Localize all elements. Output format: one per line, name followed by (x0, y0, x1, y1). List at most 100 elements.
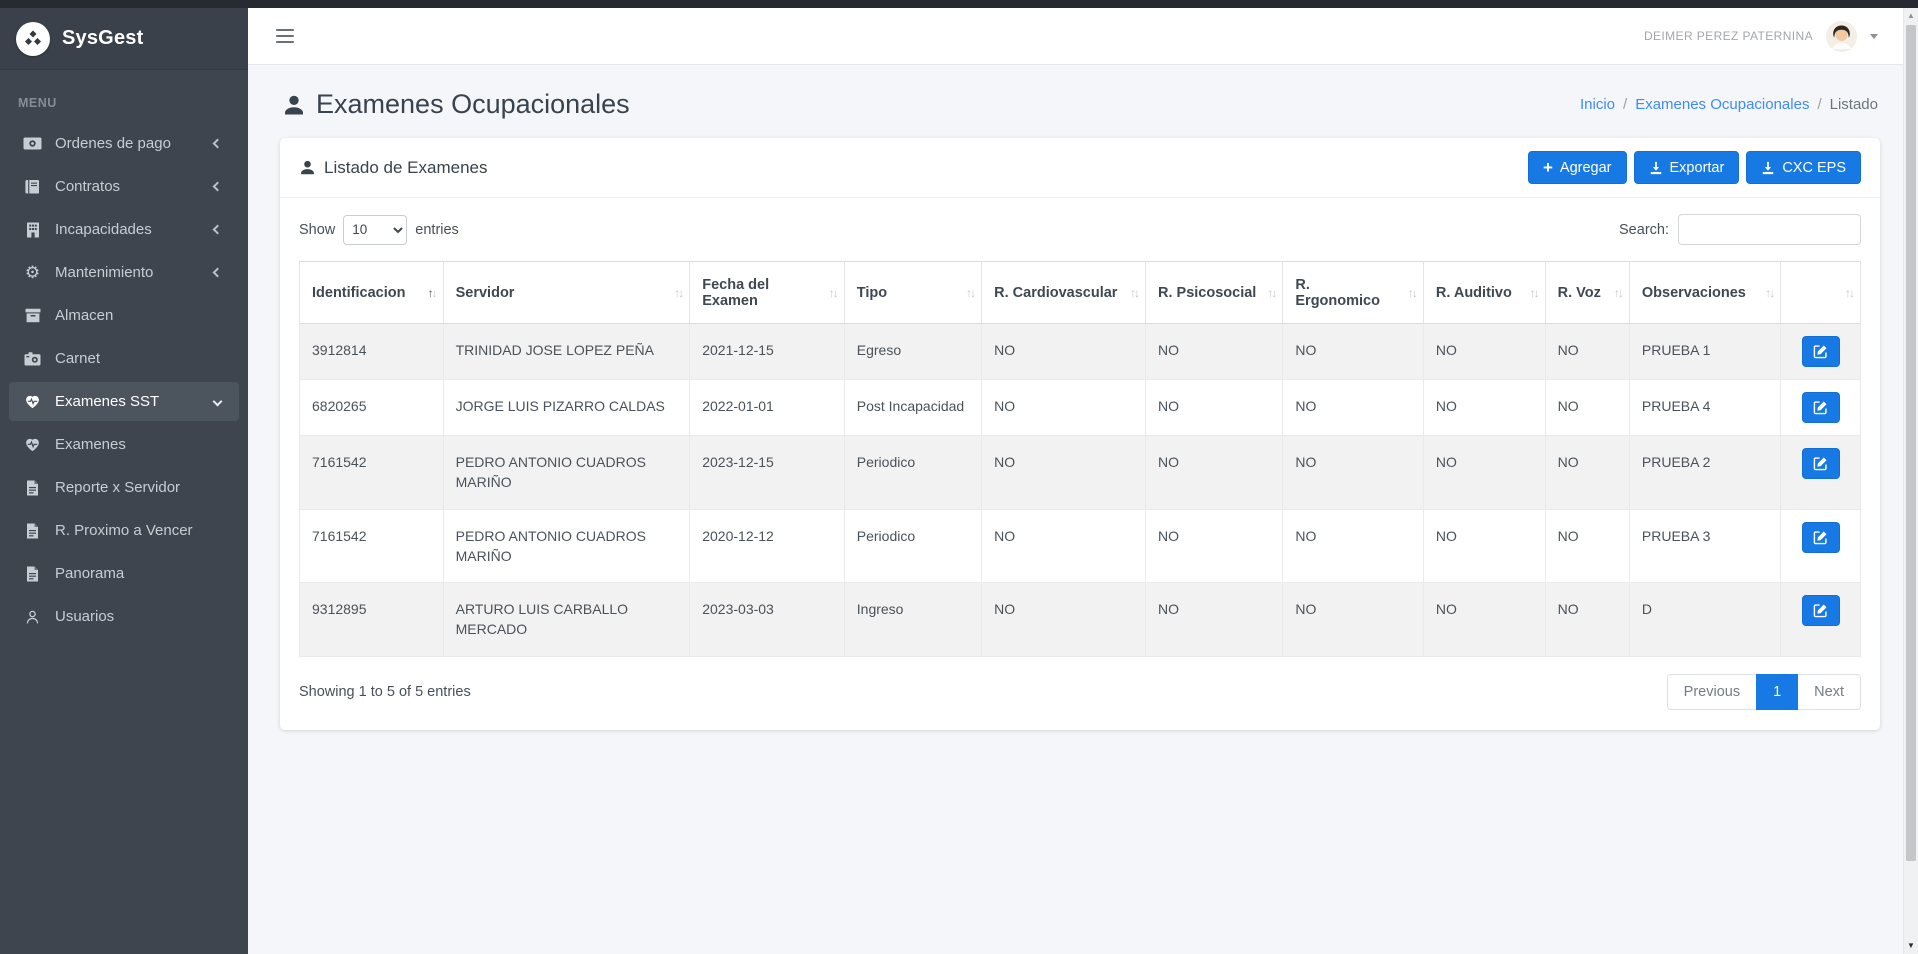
edit-row-button[interactable] (1802, 392, 1840, 423)
plus-icon: + (1543, 159, 1553, 176)
column-header-r-cardiovascular[interactable]: R. Cardiovascular↑↓ (982, 262, 1146, 324)
card-title: Listado de Examenes (299, 158, 488, 178)
user-menu[interactable]: DEIMER PEREZ PATERNINA (1644, 21, 1892, 52)
sidebar-item-carnet[interactable]: Carnet (9, 339, 239, 378)
cell-r-auditivo: NO (1423, 436, 1545, 510)
cell-tipo: Post Incapacidad (844, 380, 981, 436)
sidebar-item-mantenimiento[interactable]: ⚙ Mantenimiento (9, 253, 239, 292)
cell-r-psicosocial: NO (1146, 380, 1283, 436)
sort-icon: ↑↓ (1845, 286, 1853, 300)
pencil-square-icon (1813, 400, 1828, 415)
sidebar-item-label: Incapacidades (55, 221, 152, 238)
vertical-scrollbar: ▲ ▼ (1903, 8, 1918, 954)
breadcrumb: Inicio / Examenes Ocupacionales / Listad… (1580, 96, 1878, 113)
cell-r-cardiovascular: NO (982, 583, 1146, 657)
search-input[interactable] (1678, 214, 1861, 245)
edit-row-button[interactable] (1802, 595, 1840, 626)
entries-info: Showing 1 to 5 of 5 entries (299, 684, 471, 700)
cxc-eps-button[interactable]: CXC EPS (1746, 151, 1861, 184)
cell-r-auditivo: NO (1423, 380, 1545, 436)
sidebar-item-almacen[interactable]: Almacen (9, 296, 239, 335)
sidebar-item-examenes[interactable]: Examenes (9, 425, 239, 464)
sidebar-item-usuarios[interactable]: Usuarios (9, 597, 239, 636)
top-navbar: DEIMER PEREZ PATERNINA (248, 8, 1918, 65)
user-avatar (1826, 21, 1857, 52)
breadcrumb-link-inicio[interactable]: Inicio (1580, 96, 1615, 113)
column-header-r-voz[interactable]: R. Voz↑↓ (1545, 262, 1629, 324)
entries-label: entries (415, 222, 459, 238)
sidebar-item-label: Almacen (55, 307, 113, 324)
column-header-identificacion[interactable]: Identificacion↑↓ (300, 262, 444, 324)
cell-r-ergonomico: NO (1283, 583, 1423, 657)
cell-r-ergonomico: NO (1283, 436, 1423, 510)
column-header-r-psicosocial[interactable]: R. Psicosocial↑↓ (1146, 262, 1283, 324)
sidebar-item-reporte-x-servidor[interactable]: Reporte x Servidor (9, 468, 239, 507)
cell-r-ergonomico: NO (1283, 380, 1423, 436)
sidebar-item-examenes-sst[interactable]: Examenes SST (9, 382, 239, 421)
sidebar-item-r-proximo-a-vencer[interactable]: R. Proximo a Vencer (9, 511, 239, 550)
exportar-button[interactable]: Exportar (1634, 151, 1740, 184)
cell-servidor: JORGE LUIS PIZARRO CALDAS (443, 380, 690, 436)
sidebar-item-label: Ordenes de pago (55, 135, 171, 152)
cell-r-cardiovascular: NO (982, 324, 1146, 380)
cell-observaciones: PRUEBA 1 (1629, 324, 1780, 380)
pagination: Previous 1 Next (1667, 674, 1861, 710)
scrollbar-thumb[interactable] (1906, 25, 1916, 861)
cell-tipo: Ingreso (844, 583, 981, 657)
edit-row-button[interactable] (1802, 522, 1840, 553)
sidebar-item-ordenes-de-pago[interactable]: Ordenes de pago (9, 124, 239, 163)
examenes-table: Identificacion↑↓ Servidor↑↓ Fecha del Ex… (299, 261, 1861, 657)
cell-identificacion: 3912814 (300, 324, 444, 380)
agregar-button[interactable]: + Agregar (1528, 151, 1627, 184)
sidebar-item-label: Contratos (55, 178, 120, 195)
pagination-next-button[interactable]: Next (1797, 674, 1861, 710)
file-icon (23, 565, 42, 582)
sidebar: SysGest MENU Ordenes de pago Contratos I… (0, 8, 248, 954)
table-row: 9312895 ARTURO LUIS CARBALLO MERCADO 202… (300, 583, 1861, 657)
listado-card: Listado de Examenes + Agregar Exportar (280, 138, 1880, 730)
sidebar-item-panorama[interactable]: Panorama (9, 554, 239, 593)
sidebar-toggle-button[interactable] (272, 23, 298, 50)
brand-link[interactable]: SysGest (0, 8, 248, 70)
scrollbar-up-arrow-icon[interactable]: ▲ (1904, 9, 1918, 23)
cell-observaciones: PRUEBA 4 (1629, 380, 1780, 436)
page-length-select[interactable]: 10 (343, 215, 407, 245)
cell-r-psicosocial: NO (1146, 583, 1283, 657)
download-icon (1649, 161, 1663, 175)
scrollbar-down-arrow-icon[interactable]: ▼ (1904, 939, 1918, 953)
pencil-square-icon (1813, 456, 1828, 471)
cell-fecha: 2023-12-15 (690, 436, 845, 510)
cxc-eps-button-label: CXC EPS (1782, 160, 1846, 176)
pagination-page-1-button[interactable]: 1 (1756, 674, 1798, 710)
column-header-servidor[interactable]: Servidor↑↓ (443, 262, 690, 324)
sidebar-item-label: Panorama (55, 565, 124, 582)
column-header-tipo[interactable]: Tipo↑↓ (844, 262, 981, 324)
book-icon (23, 178, 42, 195)
cell-r-voz: NO (1545, 583, 1629, 657)
sidebar-item-label: Examenes SST (55, 393, 159, 410)
person-icon (282, 93, 306, 117)
column-header-r-auditivo[interactable]: R. Auditivo↑↓ (1423, 262, 1545, 324)
cell-r-cardiovascular: NO (982, 436, 1146, 510)
cell-r-psicosocial: NO (1146, 324, 1283, 380)
edit-row-button[interactable] (1802, 336, 1840, 367)
sidebar-item-label: Usuarios (55, 608, 114, 625)
sidebar-item-incapacidades[interactable]: Incapacidades (9, 210, 239, 249)
pagination-previous-button[interactable]: Previous (1667, 674, 1757, 710)
column-header-fecha-del-examen[interactable]: Fecha del Examen↑↓ (690, 262, 845, 324)
breadcrumb-current: Listado (1830, 96, 1878, 113)
breadcrumb-link-examenes-ocupacionales[interactable]: Examenes Ocupacionales (1635, 96, 1809, 113)
sort-icon: ↑↓ (1130, 286, 1138, 300)
table-row: 3912814 TRINIDAD JOSE LOPEZ PEÑA 2021-12… (300, 324, 1861, 380)
cell-r-auditivo: NO (1423, 509, 1545, 583)
sidebar-item-contratos[interactable]: Contratos (9, 167, 239, 206)
pencil-square-icon (1813, 530, 1828, 545)
table-row: 6820265 JORGE LUIS PIZARRO CALDAS 2022-0… (300, 380, 1861, 436)
column-header-observaciones[interactable]: Observaciones↑↓ (1629, 262, 1780, 324)
caret-down-icon (1870, 34, 1878, 39)
column-header-actions[interactable]: ↑↓ (1781, 262, 1861, 324)
agregar-button-label: Agregar (1560, 160, 1612, 176)
chevron-left-icon (214, 140, 225, 147)
column-header-r-ergonomico[interactable]: R. Ergonomico↑↓ (1283, 262, 1423, 324)
edit-row-button[interactable] (1802, 448, 1840, 479)
